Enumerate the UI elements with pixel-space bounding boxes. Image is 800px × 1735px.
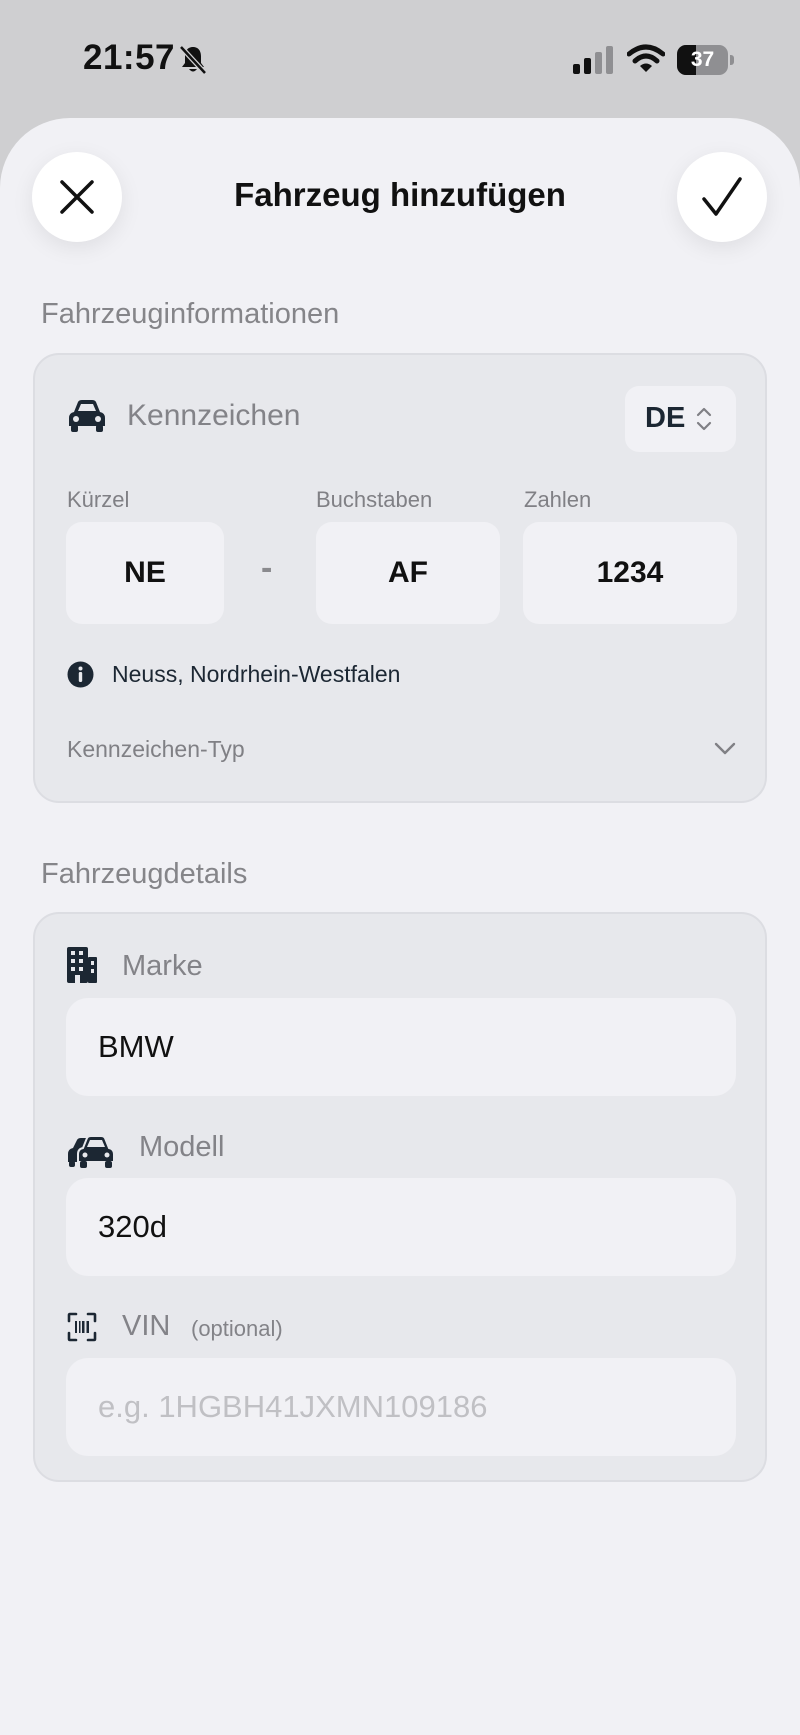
car-icon bbox=[69, 400, 105, 432]
bell-slash-icon bbox=[179, 45, 207, 75]
barcode-scan-icon bbox=[67, 1312, 97, 1342]
model-input[interactable]: 320d bbox=[66, 1178, 736, 1276]
numbers-input[interactable]: 1234 bbox=[523, 522, 737, 624]
brand-label: Marke bbox=[122, 950, 203, 982]
plate-type-label[interactable]: Kennzeichen-Typ bbox=[67, 736, 245, 763]
vehicle-details-card: Marke BMW Modell 320d VIN (optional) bbox=[33, 912, 767, 1482]
confirm-button[interactable] bbox=[677, 152, 767, 242]
add-vehicle-sheet: Fahrzeug hinzufügen Fahrzeuginformatione… bbox=[0, 118, 800, 1735]
battery-level: 37 bbox=[690, 48, 715, 71]
status-bar: 21:57 37 bbox=[0, 0, 800, 120]
building-icon bbox=[67, 947, 97, 983]
brand-input[interactable]: BMW bbox=[66, 998, 736, 1096]
chevron-updown-icon bbox=[696, 407, 712, 431]
district-caption: Kürzel bbox=[67, 487, 130, 512]
numbers-caption: Zahlen bbox=[524, 487, 592, 512]
country-value: DE bbox=[645, 402, 686, 434]
battery-indicator: 37 bbox=[677, 45, 735, 75]
model-label: Modell bbox=[139, 1131, 225, 1163]
license-plate-card: Kennzeichen DE Kürzel Buchstaben Zahlen … bbox=[33, 353, 767, 803]
license-plate-label: Kennzeichen bbox=[127, 399, 301, 432]
section-title-vehicle-info: Fahrzeuginformationen bbox=[41, 298, 340, 330]
status-time: 21:57 bbox=[83, 38, 176, 77]
district-input[interactable]: NE bbox=[66, 522, 224, 624]
cellular-signal-icon bbox=[573, 46, 613, 74]
cars-icon bbox=[68, 1135, 115, 1168]
vin-optional-hint: (optional) bbox=[191, 1316, 283, 1341]
vin-input[interactable] bbox=[98, 1389, 736, 1425]
section-title-vehicle-details: Fahrzeugdetails bbox=[41, 858, 248, 890]
plate-separator: - bbox=[261, 549, 273, 587]
letters-input[interactable]: AF bbox=[316, 522, 500, 624]
letters-caption: Buchstaben bbox=[316, 487, 433, 512]
location-info: Neuss, Nordrhein-Westfalen bbox=[112, 661, 401, 687]
vin-label: VIN bbox=[122, 1310, 171, 1342]
checkmark-icon bbox=[702, 177, 742, 216]
wifi-icon bbox=[627, 44, 665, 72]
chevron-down-icon[interactable] bbox=[712, 738, 738, 758]
vin-field[interactable] bbox=[66, 1358, 736, 1456]
info-icon bbox=[67, 661, 94, 688]
country-select[interactable]: DE bbox=[625, 386, 736, 452]
